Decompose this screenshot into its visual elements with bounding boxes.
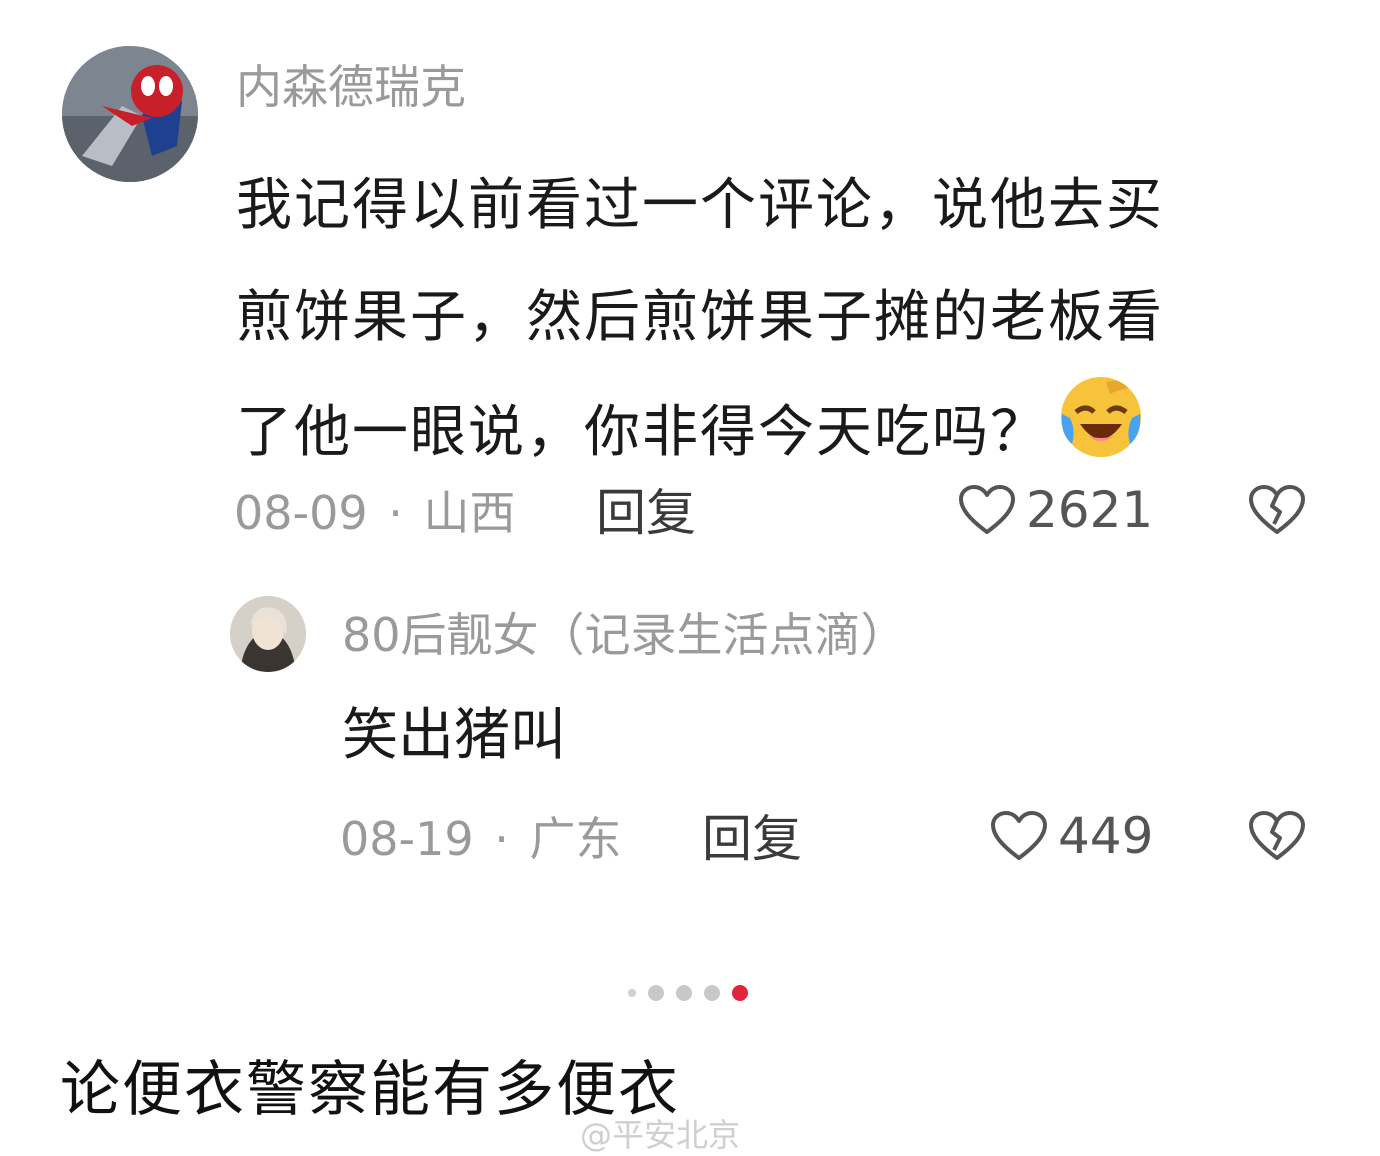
meta-separator: · — [494, 812, 509, 866]
broken-heart-icon — [1249, 811, 1305, 860]
broken-heart-icon — [1249, 485, 1305, 534]
comment-line: 了他一眼说，你非得今天吃吗？ — [236, 374, 1296, 498]
reply-location: 广东 — [529, 812, 622, 866]
comment-line: 我记得以前看过一个评论，说他去买 — [236, 173, 1164, 238]
comment-meta: 08-09 · 山西 — [234, 490, 516, 536]
reply-body: 笑出猪叫 — [342, 703, 566, 768]
avatar-reply[interactable] — [230, 596, 306, 672]
heart-outline-icon — [991, 811, 1047, 860]
pager-dot[interactable] — [704, 985, 720, 1001]
reply-button[interactable]: 回复 — [596, 488, 696, 538]
reply-like-button[interactable]: 449 — [990, 810, 1153, 862]
heart-outline-icon — [959, 485, 1015, 534]
carousel-pager — [628, 985, 748, 1001]
dislike-button[interactable] — [1248, 484, 1306, 540]
reply-dislike-button[interactable] — [1248, 810, 1306, 866]
comment-date: 08-09 — [234, 486, 368, 540]
reply-reply-button[interactable]: 回复 — [702, 814, 802, 864]
comment-line: 煎饼果子，然后煎饼果子摊的老板看 — [236, 285, 1164, 350]
pager-dot[interactable] — [628, 989, 636, 997]
reply-like-count: 449 — [1058, 807, 1154, 865]
reply-username[interactable]: 80后靓女（记录生活点滴） — [342, 612, 907, 658]
like-button[interactable]: 2621 — [958, 484, 1153, 536]
pager-dot[interactable] — [676, 985, 692, 1001]
comment-body: 我记得以前看过一个评论，说他去买 煎饼果子，然后煎饼果子摊的老板看 了他一眼说，… — [236, 150, 1296, 498]
laughing-crying-emoji-icon — [1058, 374, 1144, 498]
pager-dot-active[interactable] — [732, 985, 748, 1001]
watermark: @平安北京 — [580, 1116, 741, 1154]
meta-separator: · — [388, 486, 403, 540]
comment-username[interactable]: 内森德瑞克 — [236, 64, 466, 110]
comment-location: 山西 — [423, 486, 516, 540]
avatar-main-comment[interactable] — [62, 46, 198, 182]
like-count: 2621 — [1026, 481, 1154, 539]
pager-dot[interactable] — [648, 985, 664, 1001]
reply-date: 08-19 — [340, 812, 474, 866]
reply-meta: 08-19 · 广东 — [340, 816, 622, 862]
